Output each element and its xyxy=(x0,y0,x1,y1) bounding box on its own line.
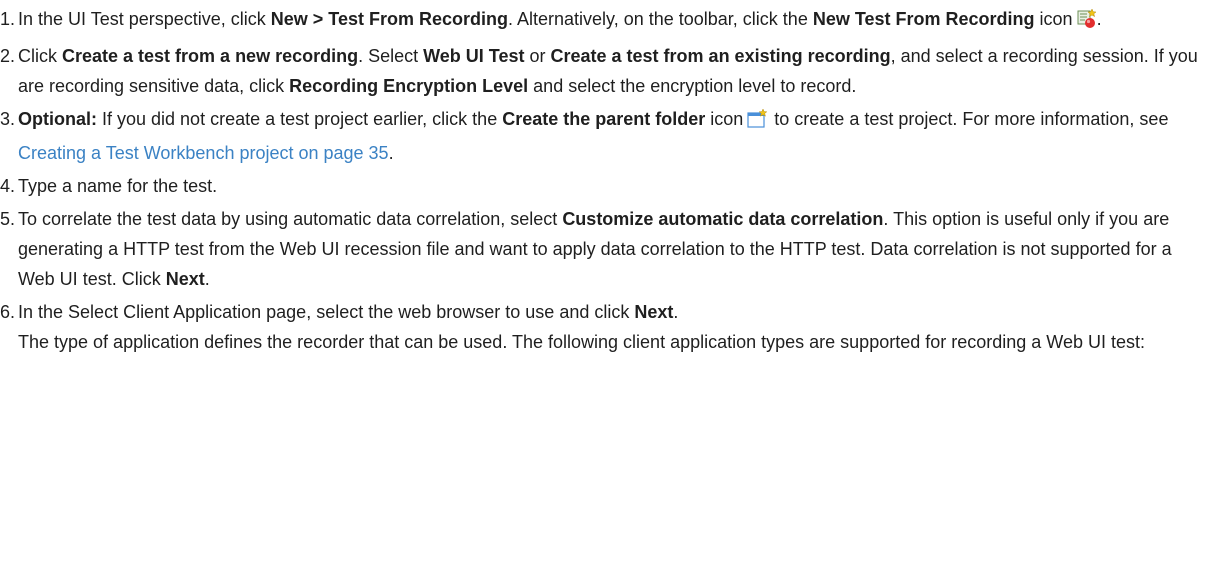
step-6: 6. In the Select Client Application page… xyxy=(0,297,1212,357)
document-page: 1. In the UI Test perspective, click New… xyxy=(0,0,1212,357)
step-text: Click Create a test from a new recording… xyxy=(18,41,1212,101)
cross-reference-link[interactable]: Creating a Test Workbench project on pag… xyxy=(18,143,389,163)
menu-path: New > Test From Recording xyxy=(270,9,508,29)
option-name: Recording Encryption Level xyxy=(289,76,529,96)
step-3: 3. Optional: If you did not create a tes… xyxy=(0,104,1212,168)
step-text-segment: Click xyxy=(18,46,62,66)
button-name: Next xyxy=(165,269,205,289)
step-text: To correlate the test data by using auto… xyxy=(18,204,1212,294)
option-name: Create a test from a new recording xyxy=(62,46,359,66)
step-text-segment: icon xyxy=(1034,9,1073,29)
step-text-segment: or xyxy=(524,46,551,66)
new-test-from-recording-icon xyxy=(1077,8,1097,38)
step-text-segment: In the UI Test perspective, click xyxy=(18,9,271,29)
step-text-segment: to create a test project. For more infor… xyxy=(769,109,1169,129)
option-name: Create the parent folder xyxy=(502,109,706,129)
step-text-segment: . xyxy=(388,143,394,163)
step-1: 1. In the UI Test perspective, click New… xyxy=(0,4,1212,38)
step-number: 5. xyxy=(0,209,16,229)
step-text-segment: . Select xyxy=(358,46,424,66)
step-text: In the Select Client Application page, s… xyxy=(18,297,1212,327)
step-note: The type of application defines the reco… xyxy=(18,332,1145,352)
optional-label: Optional: xyxy=(18,109,97,129)
step-number: 1. xyxy=(0,9,16,29)
button-name: Next xyxy=(634,302,674,322)
step-text-segment: If you did not create a test project ear… xyxy=(97,109,503,129)
step-2: 2. Click Create a test from a new record… xyxy=(0,41,1212,101)
step-text-segment: . xyxy=(1096,9,1102,29)
option-name: Create a test from an existing recording xyxy=(550,46,891,66)
step-text: In the UI Test perspective, click New > … xyxy=(18,4,1212,38)
step-number: 4. xyxy=(0,176,16,196)
procedure-steps: 1. In the UI Test perspective, click New… xyxy=(0,4,1212,357)
step-text: Optional: If you did not create a test p… xyxy=(18,104,1212,168)
step-number: 6. xyxy=(0,302,16,322)
create-parent-folder-icon xyxy=(747,108,769,138)
step-text-segment: . xyxy=(673,302,679,322)
step-text-segment: icon xyxy=(705,109,744,129)
step-4: 4. Type a name for the test. xyxy=(0,171,1212,201)
step-5: 5. To correlate the test data by using a… xyxy=(0,204,1212,294)
step-number: 2. xyxy=(0,46,16,66)
option-name: Customize automatic data correlation xyxy=(562,209,884,229)
step-text-segment: In the Select Client Application page, s… xyxy=(18,302,635,322)
step-text-segment: and select the encryption level to recor… xyxy=(528,76,857,96)
step-text-segment: . Alternatively, on the toolbar, click t… xyxy=(508,9,813,29)
step-text-segment: . xyxy=(204,269,210,289)
toolbar-command-name: New Test From Recording xyxy=(812,9,1035,29)
step-text-segment: To correlate the test data by using auto… xyxy=(18,209,563,229)
step-text: Type a name for the test. xyxy=(18,176,218,196)
step-number: 3. xyxy=(0,109,16,129)
option-name: Web UI Test xyxy=(423,46,525,66)
